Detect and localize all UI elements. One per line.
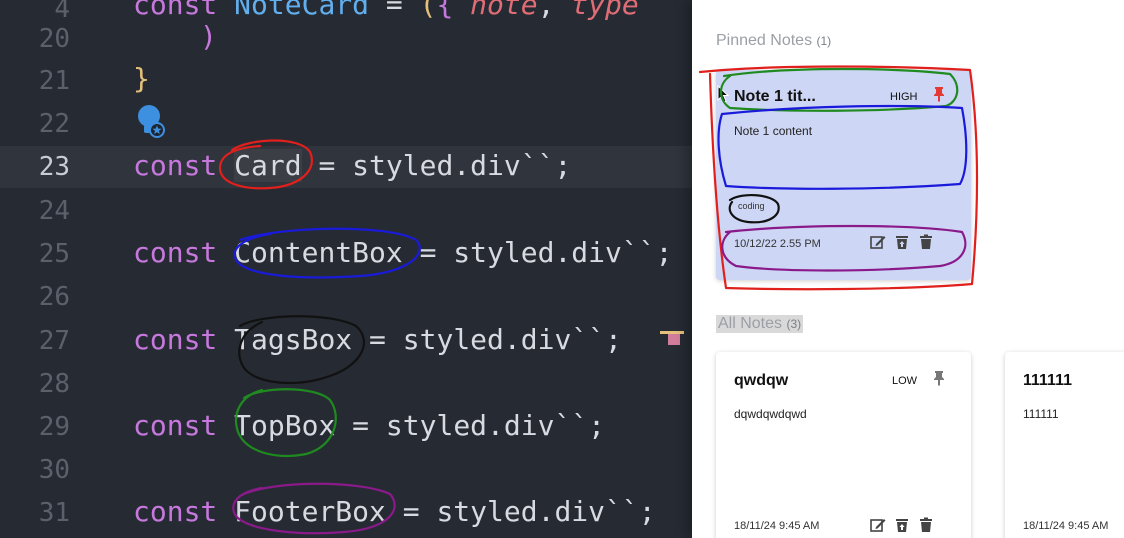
note-card[interactable]: qwdqw LOW dqwdqwdqwd 18/11/24 9:45 AM	[716, 352, 971, 538]
note-priority: LOW	[892, 375, 918, 387]
code-editor[interactable]: 4 20 21 22 23 24 25 26 27 28 29 30 31 co…	[0, 0, 692, 538]
note-actions	[870, 517, 934, 533]
scroll-marker	[660, 331, 684, 345]
note-content: 111111	[1023, 407, 1059, 421]
note-card[interactable]: 111111 111111 18/11/24 9:45 AM	[1005, 352, 1124, 538]
mouse-cursor-icon	[717, 85, 729, 103]
note-actions	[870, 234, 934, 250]
line-number: 28	[38, 369, 70, 399]
all-notes-heading: All Notes (3)	[716, 315, 804, 333]
archive-icon[interactable]	[894, 517, 910, 533]
paren: (	[419, 0, 437, 21]
keyword: const	[133, 323, 218, 356]
note-tag[interactable]: coding	[738, 201, 765, 211]
code-line-29: const TopBox = styled.div``;	[133, 409, 605, 443]
note-priority: HIGH	[890, 91, 918, 103]
line-number: 21	[38, 66, 70, 96]
archive-icon[interactable]	[894, 234, 910, 250]
code-rest: = styled.div``;	[402, 236, 673, 269]
brace: {	[436, 0, 471, 21]
line-number: 4	[54, 0, 70, 24]
code-line-25: const ContentBox = styled.div``;	[133, 236, 672, 270]
note-title: qwdqw	[734, 372, 789, 389]
notes-app: Pinned Notes (1) Note 1 tit... HIGH Note…	[692, 0, 1124, 538]
code-line-31: const FooterBox = styled.div``;	[133, 495, 656, 529]
keyword: const	[133, 0, 218, 21]
identifier: ContentBox	[234, 236, 403, 269]
lightbulb-icon[interactable]	[137, 104, 169, 140]
line-number: 22	[38, 109, 70, 139]
pin-icon[interactable]	[932, 86, 946, 102]
edit-icon[interactable]	[870, 517, 886, 533]
line-number: 24	[38, 196, 70, 226]
param: note	[470, 0, 538, 21]
code-line-4: const NoteCard = ({ note, type	[133, 0, 639, 22]
identifier: Card	[234, 149, 302, 182]
note-date: 18/11/24 9:45 AM	[1023, 520, 1109, 532]
line-number: 25	[38, 239, 70, 269]
identifier: TopBox	[234, 409, 336, 442]
line-number: 20	[38, 24, 70, 54]
line-number: 30	[38, 455, 70, 485]
code-line-20: )	[200, 20, 217, 53]
note-title: 111111	[1023, 372, 1072, 389]
note-card-pinned[interactable]: Note 1 tit... HIGH Note 1 content coding…	[716, 70, 971, 280]
identifier: TagsBox	[234, 323, 353, 356]
delete-icon[interactable]	[918, 517, 934, 533]
param: type	[571, 0, 639, 21]
comma: ,	[537, 0, 572, 21]
edit-icon[interactable]	[870, 234, 886, 250]
operator: =	[369, 0, 420, 21]
keyword: const	[133, 495, 218, 528]
keyword: const	[133, 409, 218, 442]
line-number: 29	[38, 412, 70, 442]
delete-icon[interactable]	[918, 234, 934, 250]
code-line-27: const TagsBox = styled.div``;	[133, 323, 622, 357]
keyword: const	[133, 236, 218, 269]
note-date: 10/12/22 2.55 PM	[734, 238, 821, 250]
note-content: Note 1 content	[734, 124, 813, 138]
pinned-notes-heading: Pinned Notes (1)	[716, 32, 832, 49]
line-number: 31	[38, 498, 70, 528]
code-rest: = styled.div``;	[301, 149, 572, 182]
note-content: dqwdqwdqwd	[734, 407, 807, 421]
code-line-21: }	[133, 62, 150, 95]
pin-icon[interactable]	[932, 370, 946, 386]
line-number-active: 23	[38, 152, 70, 182]
line-number: 27	[38, 326, 70, 356]
note-date: 18/11/24 9:45 AM	[734, 520, 820, 532]
note-title: Note 1 tit...	[734, 88, 816, 105]
line-number: 26	[38, 282, 70, 312]
identifier: FooterBox	[234, 495, 386, 528]
code-rest: = styled.div``;	[352, 323, 622, 356]
identifier: NoteCard	[234, 0, 370, 21]
code-rest: = styled.div``;	[385, 495, 656, 528]
code-rest: = styled.div``;	[335, 409, 606, 442]
keyword: const	[133, 149, 218, 182]
code-line-23: const Card = styled.div``;	[133, 149, 571, 183]
